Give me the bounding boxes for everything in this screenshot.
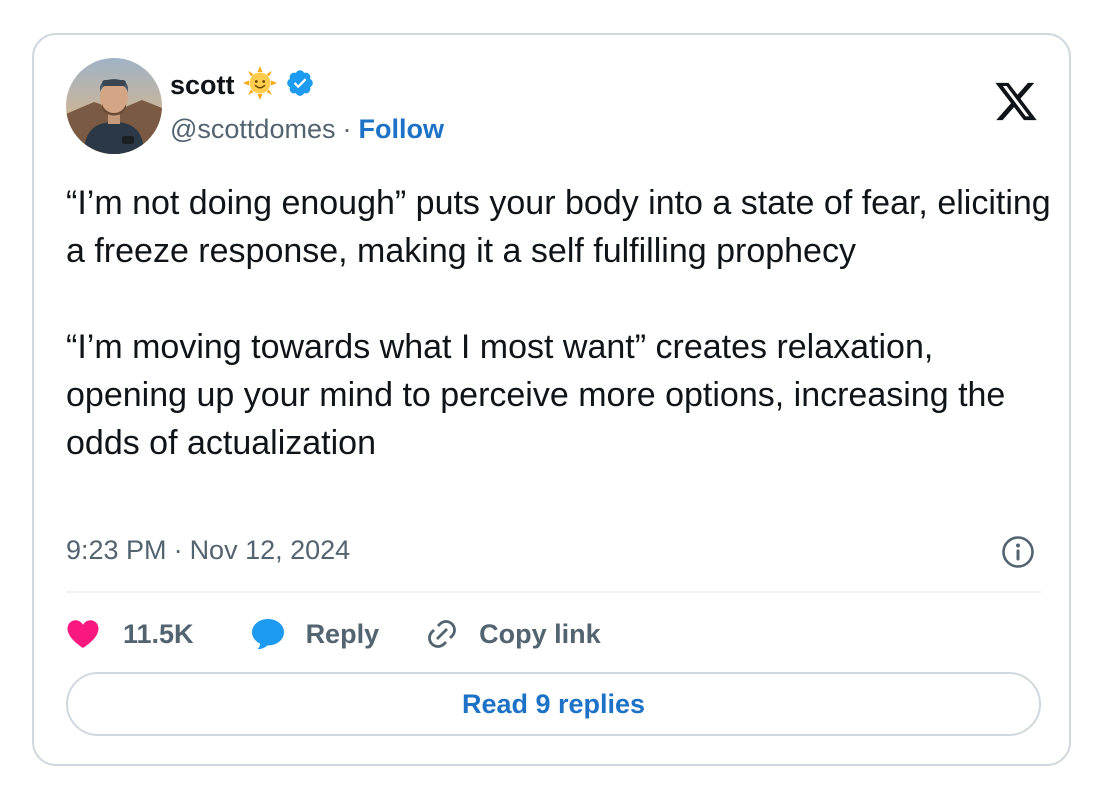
follow-link[interactable]: Follow [358, 114, 443, 145]
sun-with-face-emoji-icon [242, 65, 277, 105]
tweet-time: 9:23 PM [66, 534, 167, 565]
author-handle[interactable]: @scottdomes [170, 114, 335, 145]
like-count: 11.5K [123, 618, 194, 649]
tweet-card: scott @scottdomes · Follow “I’m not doin… [32, 33, 1071, 766]
author-handle-row: @scottdomes · Follow [170, 111, 444, 147]
copy-link-label: Copy link [479, 618, 601, 649]
timestamp-separator: · [173, 534, 183, 565]
reply-bubble-icon [250, 617, 286, 651]
read-replies-button[interactable]: Read 9 replies [66, 672, 1041, 736]
info-icon[interactable] [1001, 535, 1035, 569]
x-logo-icon[interactable] [993, 80, 1039, 124]
reply-label: Reply [305, 618, 380, 649]
author-name-row: scott [170, 65, 315, 105]
heart-icon [66, 619, 100, 649]
tweet-date: Nov 12, 2024 [189, 534, 351, 565]
link-icon [425, 617, 459, 651]
tweet-timestamp[interactable]: 9:23 PM · Nov 12, 2024 [66, 529, 350, 571]
tweet-paragraph: “I’m not doing enough” puts your body in… [66, 184, 1051, 270]
avatar[interactable] [66, 58, 162, 154]
reply-button[interactable]: Reply [250, 617, 380, 651]
author-display-name[interactable]: scott [170, 70, 235, 101]
like-button[interactable]: 11.5K [66, 619, 194, 650]
divider [66, 591, 1041, 593]
tweet-actions: 11.5K Reply Copy link [66, 612, 601, 656]
tweet-paragraph: “I’m moving towards what I most want” cr… [66, 328, 1006, 462]
handle-separator: · [342, 113, 352, 144]
verified-badge-icon[interactable] [285, 68, 315, 103]
tweet-text: “I’m not doing enough” puts your body in… [66, 179, 1056, 467]
copy-link-button[interactable]: Copy link [425, 617, 601, 651]
